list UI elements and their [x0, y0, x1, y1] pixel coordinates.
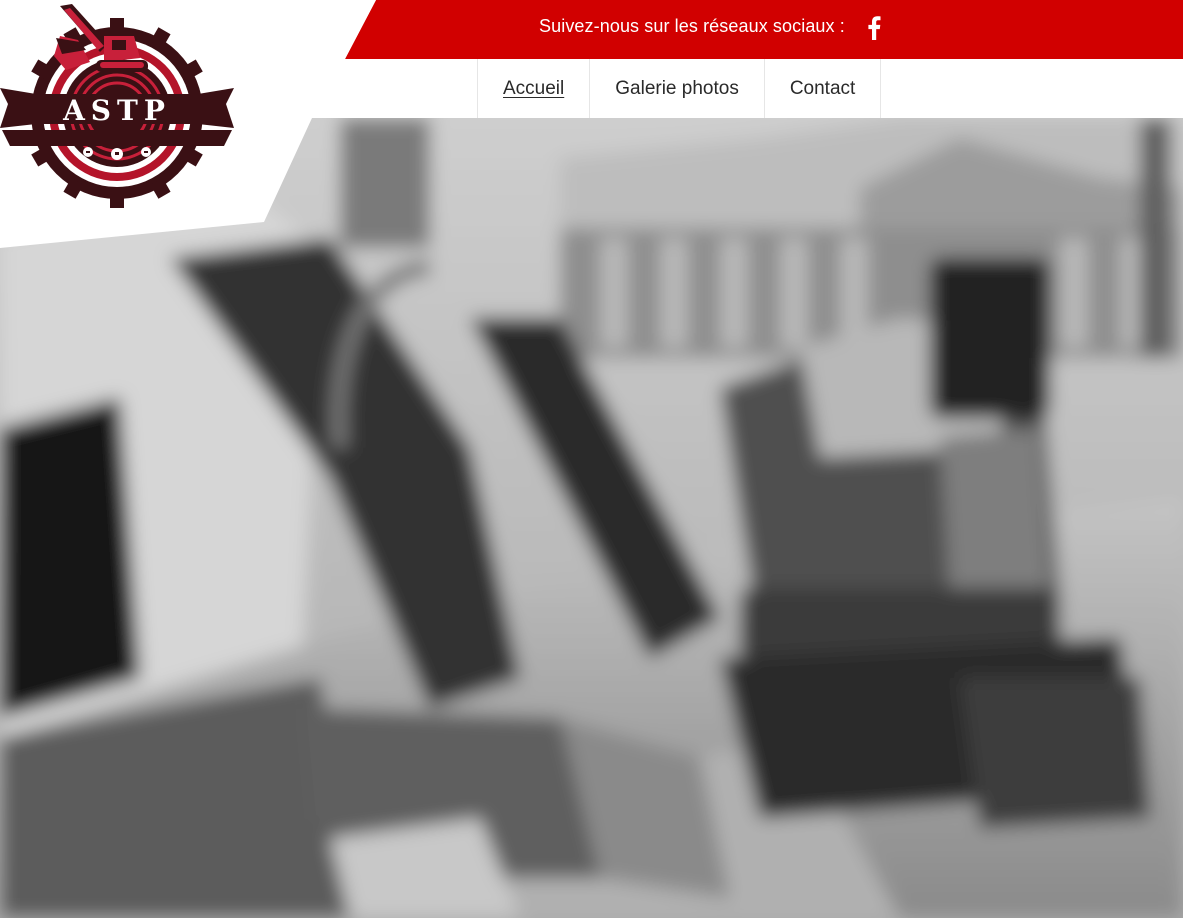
nav-item-contact[interactable]: Contact [765, 59, 882, 118]
nav-item-label: Accueil [503, 77, 565, 99]
nav-list: Accueil Galerie photos Contact [477, 59, 882, 118]
logo-panel: ASTP [0, 0, 376, 250]
facebook-icon[interactable] [867, 16, 881, 40]
page: Suivez-nous sur les réseaux sociaux : Ac… [0, 0, 1183, 918]
social-bar: Suivez-nous sur les réseaux sociaux : [345, 0, 1183, 59]
excavator-icon [54, 4, 148, 72]
main-nav: Accueil Galerie photos Contact [345, 59, 1183, 118]
nav-item-galerie-photos[interactable]: Galerie photos [590, 59, 765, 118]
nav-item-label: Galerie photos [615, 77, 739, 99]
nav-item-label: Contact [789, 77, 856, 99]
logo-text: ASTP [62, 94, 171, 127]
logo[interactable]: ASTP [0, 0, 234, 210]
nav-item-accueil[interactable]: Accueil [478, 59, 591, 118]
logo-banner: ASTP [0, 88, 234, 128]
social-label: Suivez-nous sur les réseaux sociaux : [539, 16, 845, 36]
